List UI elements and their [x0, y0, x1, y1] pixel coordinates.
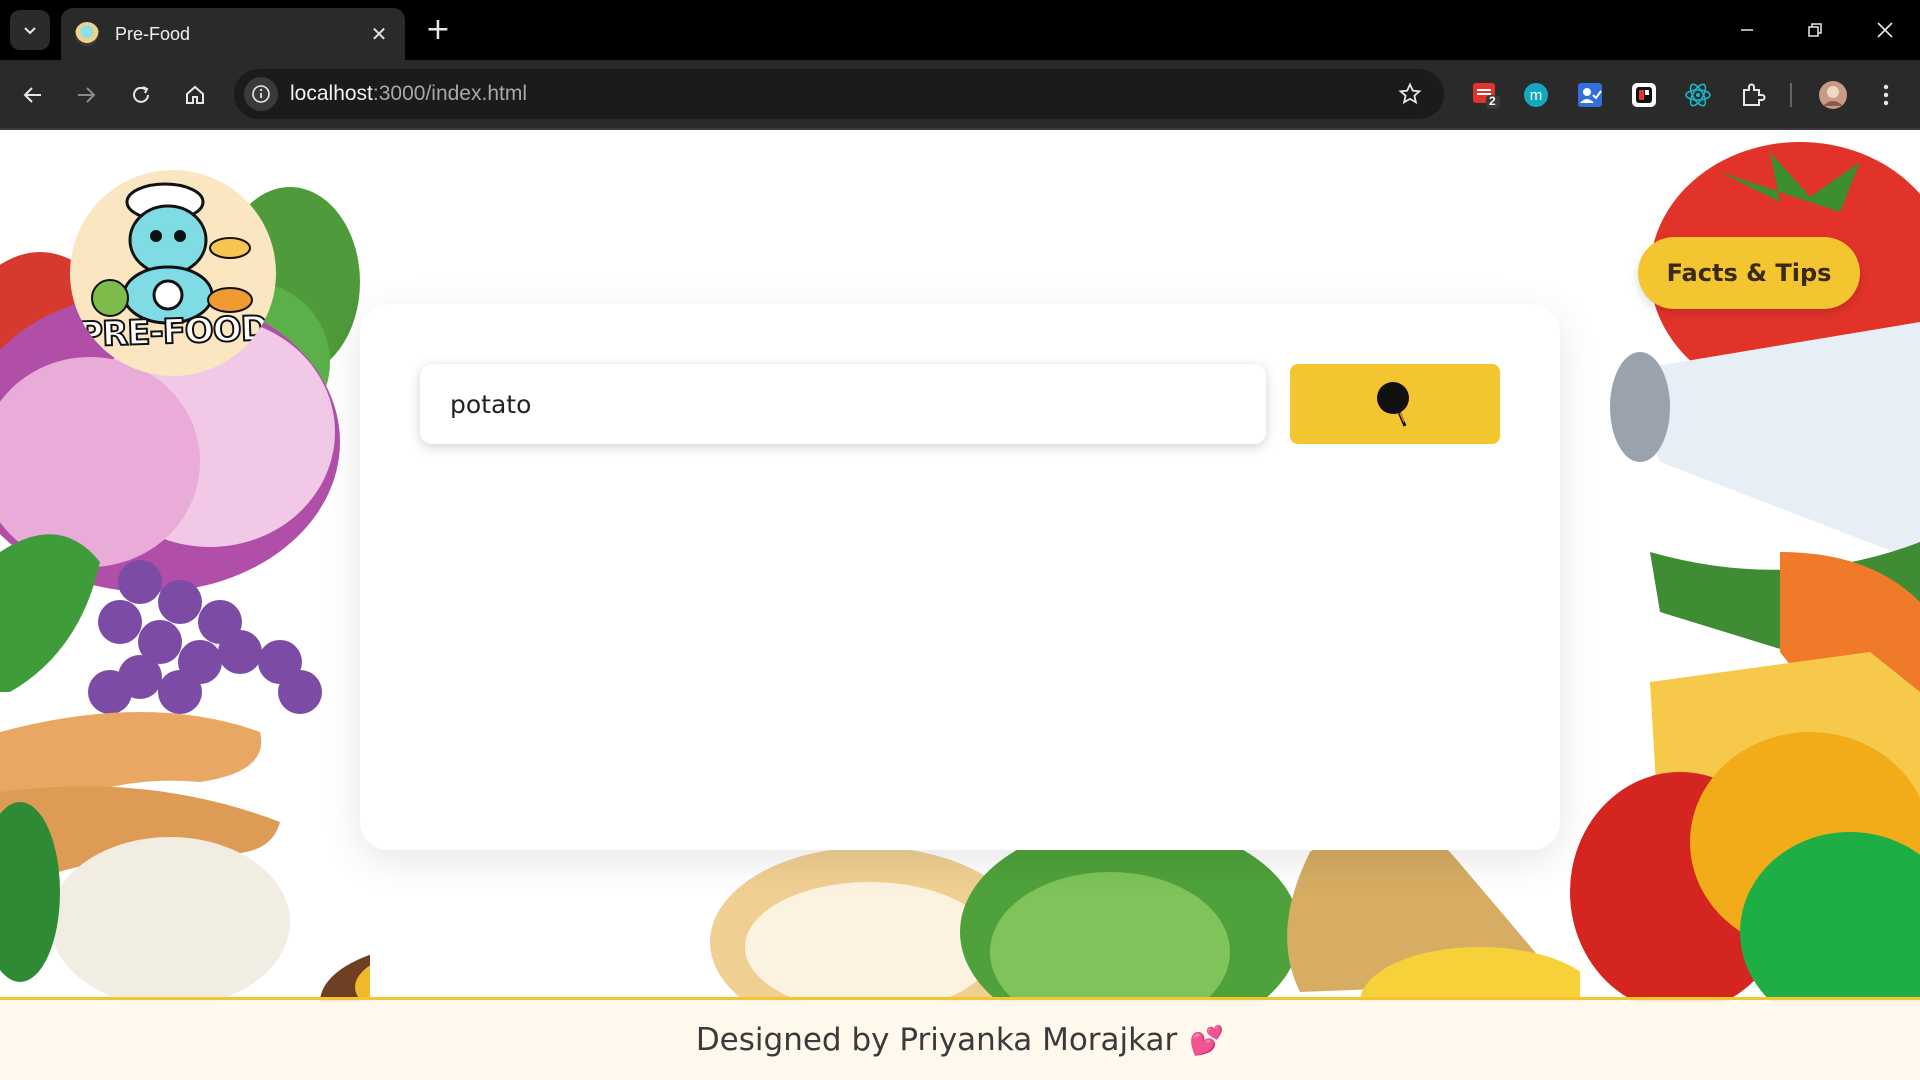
todoist-extension-button[interactable]: 2: [1468, 77, 1504, 113]
app-extension-icon: [1632, 83, 1656, 107]
react-devtools-button[interactable]: [1680, 77, 1716, 113]
back-button[interactable]: [13, 75, 53, 115]
tab-title: Pre-Food: [115, 23, 191, 44]
logo-text: PRE-FOOD: [77, 308, 270, 357]
contacts-extension-icon: [1578, 83, 1602, 107]
toolbar-divider: [1790, 83, 1792, 107]
home-icon: [186, 85, 204, 104]
reload-icon: [133, 86, 149, 103]
url-text: localhost:3000/index.html: [290, 82, 1390, 106]
search-input[interactable]: [420, 364, 1266, 444]
close-tab-icon[interactable]: ✕: [365, 22, 393, 46]
two-hearts-icon: 💕: [1189, 1023, 1225, 1057]
contacts-extension-button[interactable]: [1572, 77, 1608, 113]
close-window-button[interactable]: [1860, 12, 1910, 48]
url-path: :3000/index.html: [372, 82, 527, 105]
address-bar[interactable]: localhost:3000/index.html: [234, 69, 1444, 119]
page-viewport: PRE-FOOD Facts & Tips Designed by Priyan…: [0, 132, 1920, 1080]
tab-search-button[interactable]: [10, 10, 50, 50]
m-extension-button[interactable]: m: [1518, 77, 1554, 113]
extension-badge: 2: [1489, 94, 1496, 108]
pre-food-logo[interactable]: PRE-FOOD: [70, 170, 276, 376]
more-vertical-icon: [1883, 84, 1889, 106]
site-info-button[interactable]: [244, 77, 278, 111]
restore-button[interactable]: [1790, 12, 1840, 48]
profile-button[interactable]: [1815, 77, 1851, 113]
arrow-left-icon: [23, 87, 41, 103]
m-extension-icon: m: [1524, 83, 1548, 107]
url-host: localhost: [290, 82, 373, 105]
info-icon: [252, 85, 270, 103]
new-tab-button[interactable]: +: [420, 14, 456, 50]
extensions-button[interactable]: [1735, 77, 1771, 113]
chevron-down-icon: [24, 27, 36, 35]
todoist-extension-icon: [1473, 83, 1500, 109]
search-card: [360, 304, 1560, 850]
restore-icon: [1808, 23, 1822, 37]
minimize-button[interactable]: [1722, 12, 1772, 48]
page-footer: Designed by Priyanka Morajkar 💕: [0, 997, 1920, 1080]
browser-tab[interactable]: Pre-Food ✕: [61, 8, 405, 60]
extensions-puzzle-icon: [1743, 83, 1766, 106]
react-devtools-icon: [1685, 83, 1711, 107]
footer-credit: Designed by Priyanka Morajkar: [695, 1022, 1178, 1058]
browser-toolbar: localhost:3000/index.html 2 m: [0, 60, 1920, 130]
app-extension-button[interactable]: [1626, 77, 1662, 113]
magnifier-icon: [1377, 382, 1409, 427]
minimize-icon: [1741, 29, 1753, 31]
reload-button[interactable]: [121, 75, 161, 115]
browser-tabstrip: Pre-Food ✕ +: [0, 0, 1920, 60]
arrow-right-icon: [78, 87, 96, 103]
search-button[interactable]: [1290, 364, 1500, 444]
close-icon: [1877, 22, 1893, 38]
svg-text:m: m: [1530, 87, 1543, 104]
facts-and-tips-button[interactable]: Facts & Tips: [1638, 237, 1860, 309]
home-button[interactable]: [175, 75, 215, 115]
site-favicon-icon: [75, 22, 99, 46]
browser-menu-button[interactable]: [1868, 77, 1904, 113]
forward-button[interactable]: [66, 75, 106, 115]
avatar: [1819, 81, 1847, 109]
star-icon: [1398, 82, 1422, 105]
bookmark-button[interactable]: [1390, 74, 1430, 114]
